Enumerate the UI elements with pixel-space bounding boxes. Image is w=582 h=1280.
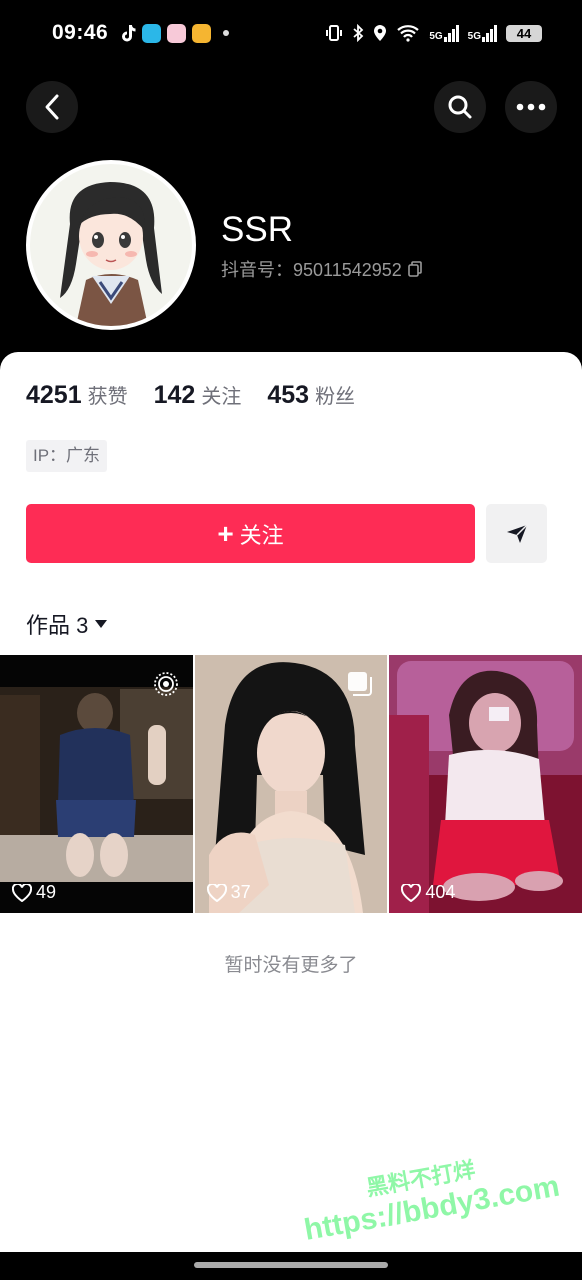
tiktok-app-icon bbox=[122, 25, 136, 42]
system-icons: 5G 5G 44 bbox=[325, 24, 542, 42]
caret-down-icon bbox=[95, 620, 108, 628]
heart-icon bbox=[12, 883, 32, 902]
video-grid: 49 37 404 bbox=[0, 655, 582, 913]
like-count: 49 bbox=[12, 882, 56, 903]
avatar[interactable] bbox=[26, 160, 196, 330]
heart-icon bbox=[401, 883, 422, 902]
vibrate-icon bbox=[326, 25, 343, 41]
chevron-left-icon bbox=[45, 94, 59, 120]
signal-icon: 5G bbox=[467, 24, 497, 42]
stat-value: 142 bbox=[153, 381, 196, 409]
like-count: 37 bbox=[206, 882, 251, 903]
video-thumbnail[interactable]: 404 bbox=[389, 655, 582, 913]
works-tab-label: 作品 3 bbox=[26, 613, 89, 638]
stat-likes[interactable]: 4251 获赞 bbox=[26, 380, 128, 410]
network-type: 5G bbox=[429, 30, 443, 42]
image-set-icon bbox=[348, 672, 373, 696]
more-dots-icon bbox=[516, 103, 546, 111]
douyin-id-value: 95011542952 bbox=[293, 260, 402, 280]
no-more-content-text: 暂时没有更多了 bbox=[224, 955, 358, 976]
anime-girl-avatar-image bbox=[30, 164, 192, 326]
like-count: 404 bbox=[401, 882, 455, 903]
profile-card: 4251 获赞 142 关注 453 粉丝 IP：广东 + 关注 作品 3 49… bbox=[0, 352, 582, 1252]
battery-icon: 44 bbox=[506, 24, 542, 42]
camel-app-icon bbox=[142, 23, 162, 43]
location-icon bbox=[374, 25, 387, 41]
douyin-id-label: 抖音号： bbox=[221, 260, 293, 280]
stat-following[interactable]: 142 关注 bbox=[154, 380, 242, 410]
like-count-value: 404 bbox=[425, 882, 456, 902]
tab-works[interactable]: 作品 3 bbox=[26, 608, 108, 640]
signal-icon: 5G bbox=[429, 24, 459, 42]
stat-label: 获赞 bbox=[87, 386, 128, 408]
stat-value: 453 bbox=[267, 381, 310, 409]
mail-app-icon bbox=[192, 23, 212, 43]
stats-row: 4251 获赞 142 关注 453 粉丝 bbox=[26, 380, 355, 410]
more-button[interactable] bbox=[505, 81, 557, 133]
plus-icon: + bbox=[217, 517, 234, 549]
bluetooth-icon bbox=[353, 24, 364, 42]
follow-label: 关注 bbox=[239, 522, 284, 548]
live-photo-icon bbox=[153, 672, 178, 696]
video-thumbnail[interactable]: 49 bbox=[0, 655, 193, 913]
wifi-icon bbox=[397, 25, 420, 42]
more-notifications-dot bbox=[223, 30, 230, 36]
game-app-icon bbox=[167, 23, 187, 43]
status-bar: 09:46 5G 5G 44 bbox=[0, 0, 582, 66]
send-message-button[interactable] bbox=[486, 504, 547, 563]
stat-label: 关注 bbox=[201, 386, 242, 408]
stat-value: 4251 bbox=[26, 381, 82, 409]
video-cover-image bbox=[389, 655, 582, 913]
like-count-value: 49 bbox=[36, 882, 57, 902]
search-icon bbox=[448, 95, 472, 119]
follow-button[interactable]: + 关注 bbox=[26, 504, 475, 563]
notification-icons bbox=[120, 23, 230, 43]
heart-icon bbox=[206, 883, 227, 902]
stat-label: 粉丝 bbox=[315, 386, 356, 408]
nickname: SSR bbox=[221, 210, 293, 249]
ip-location-tag: IP：广东 bbox=[26, 440, 108, 472]
home-indicator[interactable] bbox=[194, 1262, 388, 1268]
back-button[interactable] bbox=[26, 81, 78, 133]
network-type: 5G bbox=[467, 30, 481, 42]
send-icon bbox=[506, 523, 528, 543]
copy-icon[interactable] bbox=[407, 261, 422, 277]
search-button[interactable] bbox=[434, 81, 486, 133]
status-time: 09:46 bbox=[52, 21, 109, 44]
stat-followers[interactable]: 453 粉丝 bbox=[267, 380, 355, 410]
douyin-id-row: 抖音号：95011542952 bbox=[221, 256, 422, 282]
like-count-value: 37 bbox=[230, 882, 251, 902]
video-thumbnail[interactable]: 37 bbox=[194, 655, 388, 913]
